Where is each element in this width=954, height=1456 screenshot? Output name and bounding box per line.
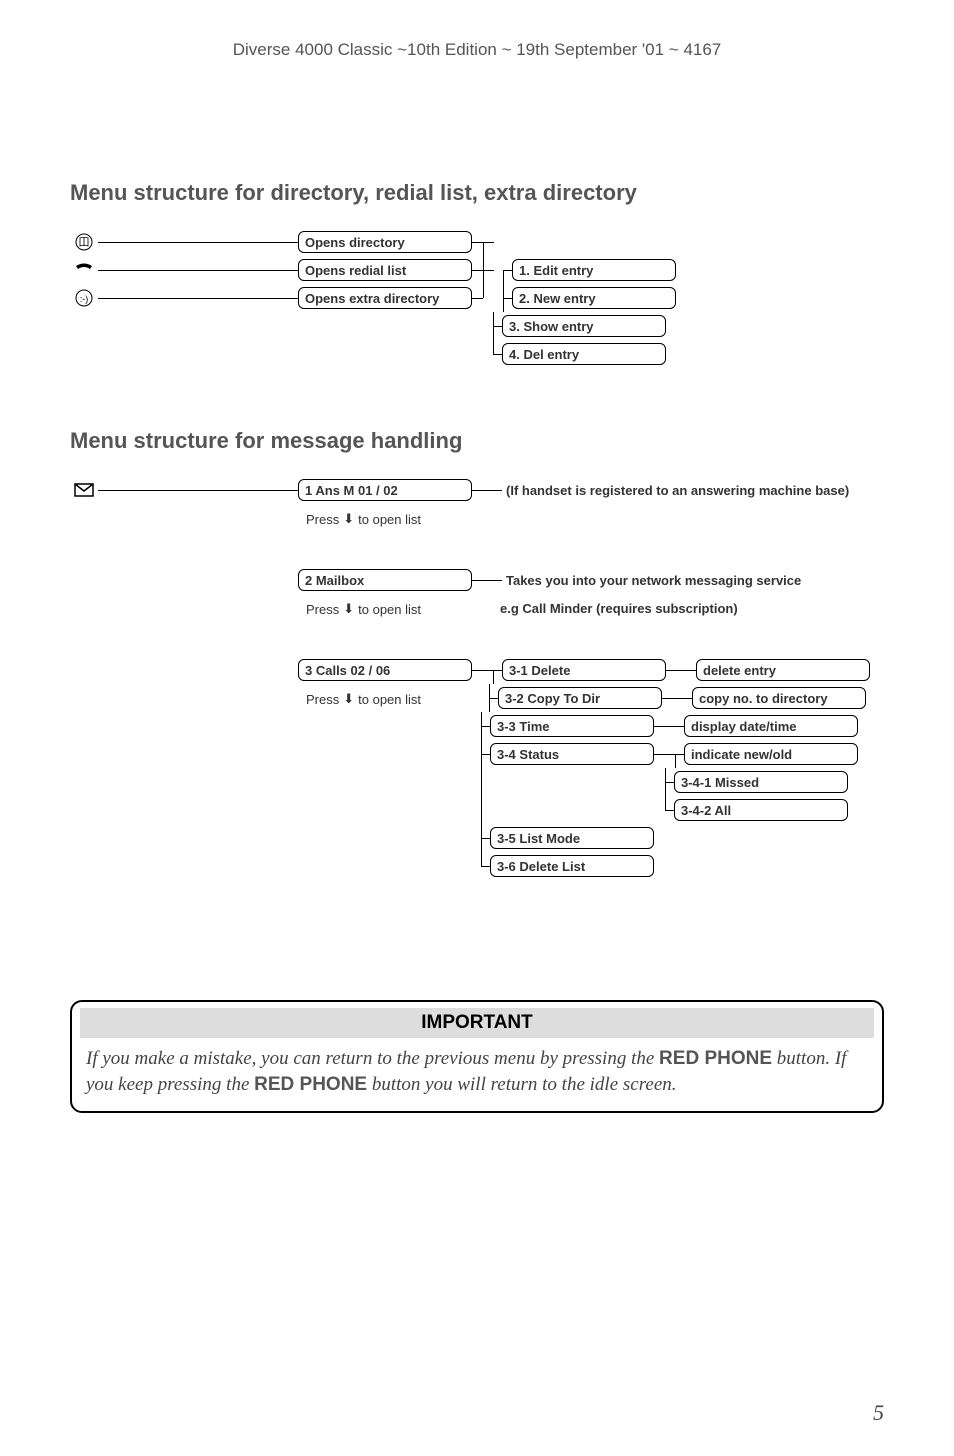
delete-list-box: 3-6 Delete List: [490, 855, 654, 877]
redial-icon: [70, 263, 98, 277]
book-icon: [70, 233, 98, 251]
opens-directory-box: Opens directory: [298, 231, 472, 253]
copy-box: 3-2 Copy To Dir: [498, 687, 662, 709]
opt-show-entry: 3. Show entry: [502, 315, 666, 337]
envelope-icon: [70, 483, 98, 497]
press-open-2: Press ⬇ to open list: [298, 601, 496, 617]
indicate-box: indicate new/old: [684, 743, 858, 765]
missed-box: 3-4-1 Missed: [674, 771, 848, 793]
page-number: 5: [873, 1400, 884, 1426]
doc-header: Diverse 4000 Classic ~10th Edition ~ 19t…: [70, 40, 884, 60]
message-tree: 1 Ans M 01 / 02 (If handset is registere…: [70, 476, 884, 880]
svg-text::-): :-): [80, 294, 89, 304]
status-box: 3-4 Status: [490, 743, 654, 765]
press-open-3: Press ⬇ to open list: [298, 691, 480, 707]
section-title-directory: Menu structure for directory, redial lis…: [70, 180, 884, 206]
mailbox-note2: e.g Call Minder (requires subscription): [496, 601, 738, 616]
delete-entry-box: delete entry: [696, 659, 870, 681]
list-mode-box: 3-5 List Mode: [490, 827, 654, 849]
time-box: 3-3 Time: [490, 715, 654, 737]
mailbox-note1: Takes you into your network messaging se…: [502, 573, 801, 588]
delete-box: 3-1 Delete: [502, 659, 666, 681]
mailbox-box: 2 Mailbox: [298, 569, 472, 591]
section-title-message: Menu structure for message handling: [70, 428, 884, 454]
down-arrow-icon: ⬇: [343, 511, 354, 527]
down-arrow-icon: ⬇: [343, 601, 354, 617]
copy-dir-box: copy no. to directory: [692, 687, 866, 709]
opens-extra-dir-box: Opens extra directory: [298, 287, 472, 309]
date-time-box: display date/time: [684, 715, 858, 737]
opt-new-entry: 2. New entry: [512, 287, 676, 309]
calls-box: 3 Calls 02 / 06: [298, 659, 472, 681]
directory-tree: Opens directory Opens redial list 1. Edi…: [70, 228, 884, 368]
down-arrow-icon: ⬇: [343, 691, 354, 707]
opt-edit-entry: 1. Edit entry: [512, 259, 676, 281]
ans-box: 1 Ans M 01 / 02: [298, 479, 472, 501]
opens-redial-box: Opens redial list: [298, 259, 472, 281]
important-body: If you make a mistake, you can return to…: [72, 1038, 882, 1111]
important-title: IMPORTANT: [80, 1008, 874, 1038]
press-open-1: Press ⬇ to open list: [298, 511, 421, 527]
opt-del-entry: 4. Del entry: [502, 343, 666, 365]
ans-note: (If handset is registered to an answerin…: [502, 483, 849, 498]
important-box: IMPORTANT If you make a mistake, you can…: [70, 1000, 884, 1113]
extra-dir-icon: :-): [70, 289, 98, 307]
all-box: 3-4-2 All: [674, 799, 848, 821]
